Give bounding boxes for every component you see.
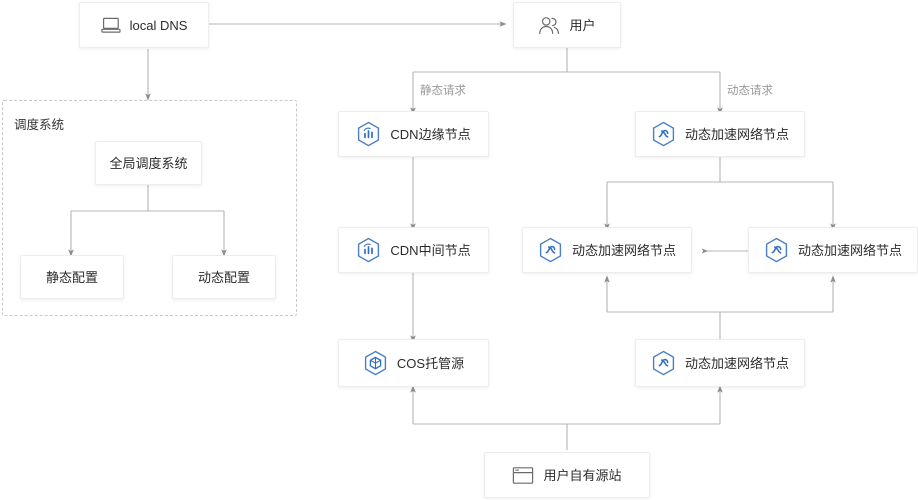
node-dsa-bottom[interactable]: 动态加速网络节点	[635, 339, 805, 387]
edge-origin-to-cos	[413, 389, 720, 450]
edge-dsabottom-to-dsamidleft	[607, 279, 833, 339]
node-customer-origin-label: 用户自有源站	[543, 467, 622, 483]
node-local-dns[interactable]: local DNS	[79, 2, 209, 48]
node-dsa-mid-right[interactable]: 动态加速网络节点	[748, 227, 918, 273]
dsa-hex-icon	[764, 237, 789, 264]
edge-user-to-cdn-edge	[413, 48, 720, 111]
node-static-config[interactable]: 静态配置	[20, 255, 124, 299]
node-user[interactable]: 用户	[513, 2, 621, 48]
node-global-scheduler-label: 全局调度系统	[109, 155, 188, 171]
node-cdn-edge[interactable]: CDN边缘节点	[338, 111, 489, 157]
cdn-hex-icon	[356, 121, 381, 148]
node-dsa-mid-right-label: 动态加速网络节点	[797, 242, 902, 258]
node-cdn-edge-label: CDN边缘节点	[390, 126, 471, 142]
diagram-canvas: 调度系统 local DNS 用户 全局调度系统 静态配置 动态配置 静态请求 …	[0, 0, 918, 500]
node-dsa-mid-left[interactable]: 动态加速网络节点	[522, 227, 692, 273]
node-dsa-mid-left-label: 动态加速网络节点	[571, 242, 676, 258]
node-global-scheduler[interactable]: 全局调度系统	[95, 141, 202, 185]
cos-hex-icon	[363, 350, 388, 377]
dsa-hex-icon	[538, 237, 563, 264]
scheduling-system-title: 调度系统	[14, 118, 65, 132]
node-cos-origin[interactable]: COS托管源	[338, 339, 489, 387]
edge-label-dynamic-request: 动态请求	[727, 85, 773, 97]
node-static-config-label: 静态配置	[45, 269, 98, 285]
cdn-hex-icon	[356, 237, 381, 264]
node-user-label: 用户	[569, 17, 596, 33]
browser-window-icon	[512, 466, 534, 485]
edge-dsatop-to-dsamidleft	[607, 157, 833, 227]
users-icon	[538, 16, 560, 35]
dsa-hex-icon	[651, 350, 676, 377]
node-local-dns-label: local DNS	[129, 17, 188, 33]
laptop-icon	[100, 17, 121, 34]
node-customer-origin[interactable]: 用户自有源站	[484, 452, 650, 498]
node-dsa-top-label: 动态加速网络节点	[684, 126, 789, 142]
node-cdn-middle[interactable]: CDN中间节点	[338, 227, 489, 273]
edge-label-static-request: 静态请求	[420, 85, 466, 97]
node-dynamic-config[interactable]: 动态配置	[172, 255, 276, 299]
node-dsa-bottom-label: 动态加速网络节点	[684, 355, 789, 371]
node-dynamic-config-label: 动态配置	[197, 269, 250, 285]
node-dsa-top[interactable]: 动态加速网络节点	[635, 111, 805, 157]
dsa-hex-icon	[651, 121, 676, 148]
node-cdn-middle-label: CDN中间节点	[390, 242, 471, 258]
node-cos-origin-label: COS托管源	[396, 355, 465, 371]
